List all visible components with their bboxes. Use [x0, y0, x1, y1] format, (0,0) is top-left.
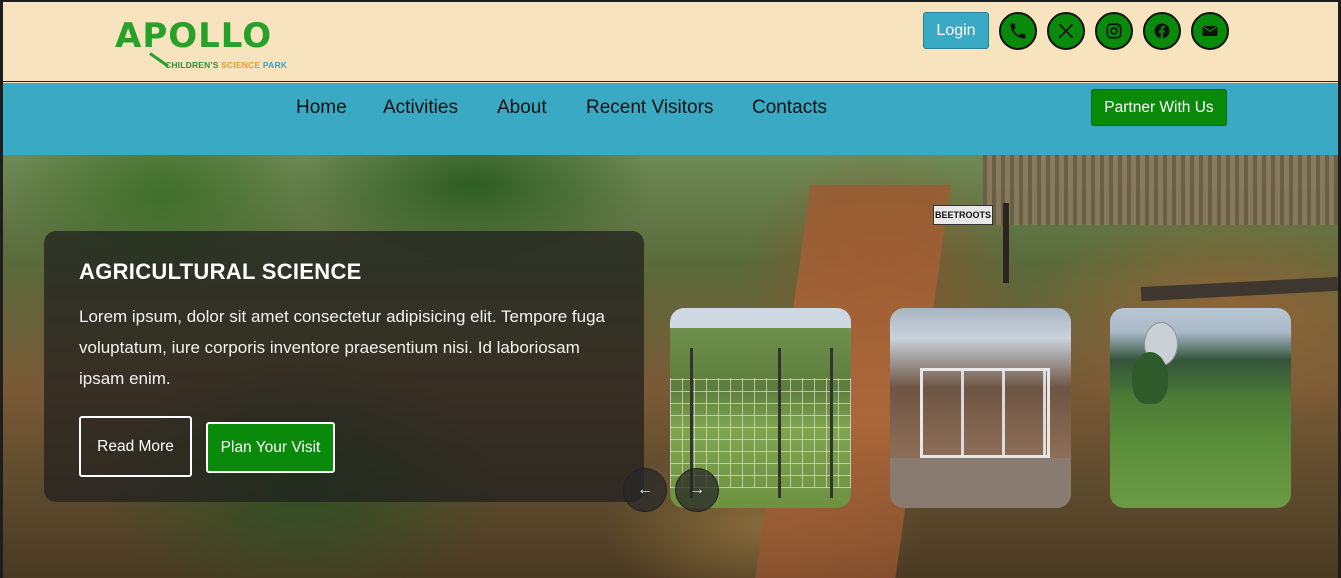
login-button[interactable]: Login: [923, 12, 989, 49]
thumbnail-metal-frame: [920, 368, 1050, 458]
nav-item-recent-visitors[interactable]: Recent Visitors: [586, 97, 713, 119]
hero-section: BEETROOTS AGRICULTURAL SCIENCE Lorem ips…: [3, 155, 1338, 578]
phone-icon[interactable]: [999, 12, 1037, 50]
slide-thumbnail-hillside[interactable]: [1110, 308, 1291, 508]
hero-description: Lorem ipsum, dolor sit amet consectetur …: [79, 307, 605, 388]
hero-title: AGRICULTURAL SCIENCE: [79, 259, 362, 284]
nav-item-home[interactable]: Home: [296, 97, 347, 119]
carousel-prev-button[interactable]: ←: [623, 468, 667, 512]
hero-sign-beetroots: BEETROOTS: [933, 205, 993, 225]
hero-content-card: AGRICULTURAL SCIENCE Lorem ipsum, dolor …: [44, 231, 644, 502]
hero-sign-post: [1003, 203, 1009, 283]
tagline-word-science: SCIENCE: [221, 60, 261, 70]
nav-item-contacts[interactable]: Contacts: [752, 97, 827, 119]
thumbnail-pole: [778, 348, 781, 498]
partner-with-us-button[interactable]: Partner With Us: [1091, 89, 1227, 126]
main-nav: Home Activities About Recent Visitors Co…: [3, 83, 1338, 155]
email-icon[interactable]: [1191, 12, 1229, 50]
logo-tagline: CHILDREN'S SCIENCE PARK: [165, 60, 287, 70]
thumbnail-tree: [1132, 352, 1168, 404]
nav-item-about[interactable]: About: [497, 97, 547, 119]
hero-background-rail: [1140, 276, 1338, 302]
x-twitter-icon[interactable]: [1047, 12, 1085, 50]
arrow-left-icon: ←: [637, 481, 653, 498]
instagram-icon[interactable]: [1095, 12, 1133, 50]
tagline-word-childrens: CHILDREN'S: [165, 60, 219, 70]
hero-background-fence: [983, 155, 1338, 225]
facebook-icon[interactable]: [1143, 12, 1181, 50]
slide-thumbnail-workshop[interactable]: [890, 308, 1071, 508]
read-more-button[interactable]: Read More: [79, 416, 192, 477]
apollo-logo[interactable]: APOLLO CHILDREN'S SCIENCE PARK: [115, 16, 295, 76]
logo-text: APOLLO: [115, 16, 273, 56]
carousel-next-button[interactable]: →: [675, 468, 719, 512]
thumbnail-pole: [830, 348, 833, 498]
tagline-word-park: PARK: [262, 60, 288, 70]
top-bar: APOLLO CHILDREN'S SCIENCE PARK Login: [3, 2, 1338, 82]
thumbnail-floor: [890, 458, 1071, 508]
arrow-right-icon: →: [689, 481, 705, 498]
page: APOLLO CHILDREN'S SCIENCE PARK Login Hom…: [3, 2, 1338, 578]
plan-your-visit-button[interactable]: Plan Your Visit: [206, 422, 335, 473]
nav-item-activities[interactable]: Activities: [383, 97, 458, 119]
